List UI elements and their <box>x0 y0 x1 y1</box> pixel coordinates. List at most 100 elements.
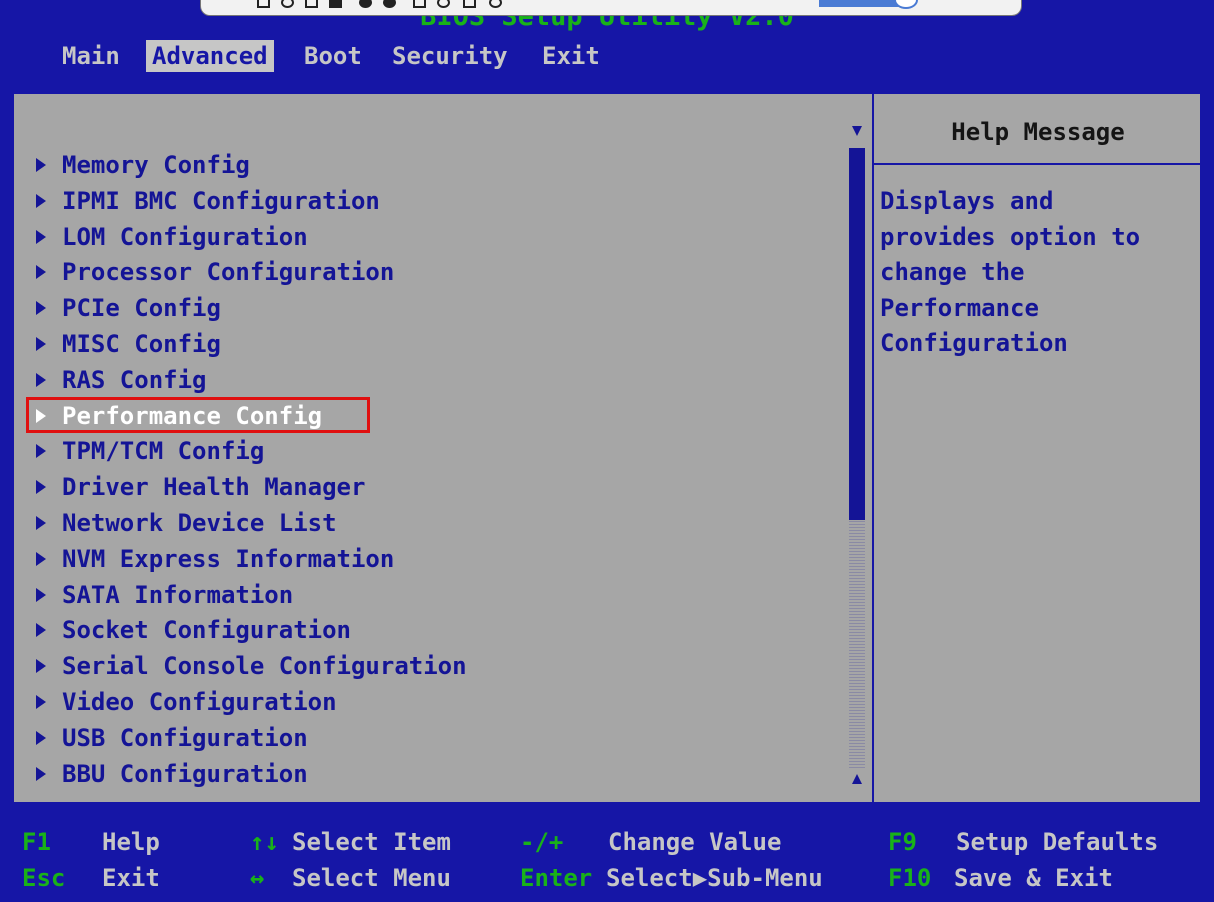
arrow-right-icon <box>36 265 46 280</box>
footer-key: ↑↓ <box>250 828 279 856</box>
footer-key-description: Exit <box>102 864 160 892</box>
menu-item[interactable]: TPM/TCM Config <box>36 434 467 470</box>
tab-main[interactable]: Main <box>56 40 126 72</box>
menu-item[interactable]: Memory Config <box>36 148 467 184</box>
content-panel: Memory Config IPMI BMC Configuration LOM C… <box>12 92 1202 804</box>
info-icon[interactable] <box>489 0 502 8</box>
key-legend: F1 Help ↑↓ Select Item -/+ Change Value F9 Setu… <box>0 822 1214 902</box>
menu-item[interactable]: RAS Config <box>36 363 467 399</box>
help-line: Displays and <box>880 187 1054 215</box>
menu-item-label: Network Device List <box>62 508 337 537</box>
menu-item-label: LOM Configuration <box>62 222 308 251</box>
arrow-right-icon <box>36 659 46 674</box>
menu-item[interactable]: NVM Express Information <box>36 542 467 578</box>
menu-item[interactable]: SATA Information <box>36 578 467 614</box>
record-icon[interactable] <box>281 0 294 8</box>
mouse-icon[interactable] <box>383 0 396 8</box>
menu-item[interactable]: Driver Health Manager <box>36 470 467 506</box>
help-line: Configuration <box>880 329 1068 358</box>
scroll-up-icon[interactable] <box>852 774 862 784</box>
footer-key-description: Select Item <box>292 828 451 856</box>
footer-key: Enter <box>520 864 593 892</box>
footer-key: -/+ <box>520 828 564 856</box>
arrow-right-icon <box>36 587 46 602</box>
scroll-down-icon[interactable] <box>852 126 862 136</box>
menu-item[interactable]: Serial Console Configuration <box>36 649 467 685</box>
arrow-right-icon <box>36 730 46 745</box>
panel-divider <box>872 94 874 802</box>
scrollbar[interactable] <box>848 114 866 784</box>
footer-key: F1 <box>22 828 51 856</box>
tab-boot[interactable]: Boot <box>298 40 368 72</box>
footer-key-description: Help <box>102 828 160 856</box>
arrow-right-icon <box>36 515 46 530</box>
menu-item-label: Memory Config <box>62 151 250 179</box>
help-line: Performance <box>880 293 1039 322</box>
help-line: provides option to <box>880 222 1141 251</box>
tab-exit[interactable]: Exit <box>536 40 606 72</box>
arrow-right-icon <box>36 193 46 208</box>
menu-item-label: SATA Information <box>62 580 294 609</box>
footer-key: ↔ <box>250 864 265 892</box>
menu-item[interactable]: Performance Config <box>26 396 467 435</box>
menu-item[interactable]: Network Device List <box>36 506 467 542</box>
selection-highlight-box <box>26 396 370 433</box>
menu-item[interactable]: Socket Configuration <box>36 613 467 649</box>
settings-icon[interactable] <box>437 0 450 8</box>
menu-item-label: Serial Console Configuration <box>62 652 467 681</box>
menu-item[interactable]: Video Configuration <box>36 685 467 721</box>
menu-item-label: PCIe Config <box>62 294 221 323</box>
footer-key: F10 <box>888 864 932 892</box>
arrow-right-icon <box>36 694 46 709</box>
arrow-right-icon <box>36 372 46 387</box>
help-separator <box>874 163 1202 165</box>
menu-item[interactable]: PCIe Config <box>36 291 467 327</box>
monitor-icon[interactable] <box>257 0 270 8</box>
arrow-right-icon <box>36 158 46 172</box>
scrollbar-track[interactable] <box>849 520 865 768</box>
arrow-right-icon <box>36 766 46 781</box>
menu-item-label: Processor Configuration <box>62 258 395 287</box>
arrow-right-icon <box>36 336 46 351</box>
footer-key-description: Setup Defaults <box>956 828 1159 856</box>
keyboard-icon[interactable] <box>305 0 318 8</box>
menu-item[interactable]: USB Configuration <box>36 721 467 757</box>
arrow-right-icon <box>36 444 46 459</box>
menu-item-label: Socket Configuration <box>62 616 351 645</box>
menu-item-label: BBU Configuration <box>62 759 308 788</box>
grid-icon[interactable] <box>329 0 342 8</box>
lock-icon[interactable] <box>413 0 426 8</box>
footer-key: Esc <box>22 864 66 892</box>
menu-item-label: RAS Config <box>62 365 207 394</box>
zoom-slider-handle[interactable] <box>894 0 918 9</box>
scrollbar-thumb[interactable] <box>849 148 865 520</box>
menu-item-label: IPMI BMC Configuration <box>62 186 380 215</box>
menu-item[interactable]: Processor Configuration <box>36 255 467 291</box>
menu-item-label: TPM/TCM Config <box>62 437 265 466</box>
footer-key: F9 <box>888 828 917 856</box>
tab-advanced[interactable]: Advanced <box>146 40 274 72</box>
tab-security[interactable]: Security <box>386 40 514 72</box>
menu-item-label: USB Configuration <box>62 723 308 752</box>
power-icon[interactable] <box>359 0 372 8</box>
footer-key-description: Change Value <box>608 828 782 856</box>
remote-viewer-toolbar[interactable] <box>200 0 1022 16</box>
arrow-right-icon <box>36 551 46 566</box>
menu-item[interactable]: IPMI BMC Configuration <box>36 184 467 220</box>
menu-item-label: Driver Health Manager <box>62 473 366 502</box>
help-title: Help Message <box>951 118 1125 146</box>
arrow-right-icon <box>36 480 46 495</box>
clipboard-icon[interactable] <box>463 0 476 8</box>
menu-item[interactable]: BBU Configuration <box>36 757 467 793</box>
menu-item[interactable]: MISC Config <box>36 327 467 363</box>
menu-item-label: MISC Config <box>62 329 221 358</box>
menu-item-label: NVM Express Information <box>62 544 395 573</box>
footer-key-description: Save & Exit <box>954 864 1113 892</box>
help-text: Displays and provides option to change the… <box>880 184 1140 362</box>
arrow-right-icon <box>36 301 46 316</box>
footer-key-description: Select Menu <box>292 864 451 892</box>
bios-screen: BIOS Setup Utility V2.0 Main Advanced Boot… <box>0 0 1214 902</box>
menu-item[interactable]: LOM Configuration <box>36 220 467 256</box>
arrow-right-icon <box>36 623 46 638</box>
help-line: change the <box>880 258 1025 287</box>
